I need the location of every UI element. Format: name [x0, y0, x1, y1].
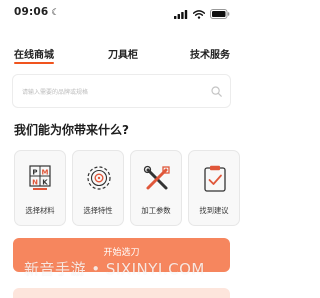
tab-tool-cabinet[interactable]: 刀具柜 [108, 46, 138, 61]
search-input[interactable] [22, 85, 202, 99]
card-select-material[interactable]: P M N K 选择材料 [14, 150, 66, 226]
gear-icon [87, 166, 111, 190]
material-letter-k: K [42, 178, 48, 186]
card-label: 选择材料 [25, 206, 55, 215]
status-time-text: 09:06 [14, 6, 49, 18]
search-icon[interactable] [211, 86, 222, 97]
top-tabs: 在线商城 刀具柜 技术服务 [0, 46, 243, 70]
moon-icon: ☾ [51, 8, 60, 18]
next-section-strip [13, 288, 230, 298]
card-label: 找到建议 [199, 206, 229, 215]
material-grid-icon: P M N K [29, 165, 51, 190]
battery-icon [210, 9, 230, 19]
card-label: 选择特性 [83, 206, 113, 215]
watermark: 新音手游 • SIXINYI.COM [24, 260, 205, 278]
status-bar: 09:06 ☾ [0, 0, 243, 30]
status-icons [174, 9, 230, 19]
tab-technical-service[interactable]: 技术服务 [190, 46, 230, 61]
section-heading: 我们能为你带来什么? [14, 123, 129, 137]
material-letter-n: N [32, 178, 38, 186]
tools-icon [143, 165, 170, 190]
status-time: 09:06 ☾ [14, 6, 60, 18]
clipboard-check-icon [204, 165, 226, 192]
signal-icon [174, 9, 188, 19]
card-find-suggestion[interactable]: 找到建议 [188, 150, 240, 226]
material-letter-m: M [42, 168, 49, 176]
active-tab-indicator [14, 62, 54, 64]
wifi-icon [193, 9, 205, 19]
search-bar[interactable] [12, 74, 231, 108]
card-select-feature[interactable]: 选择特性 [72, 150, 124, 226]
card-machining-params[interactable]: 加工参数 [130, 150, 182, 226]
tab-online-mall[interactable]: 在线商城 [14, 46, 54, 61]
card-label: 加工参数 [141, 206, 171, 215]
material-letter-p: P [32, 168, 37, 176]
